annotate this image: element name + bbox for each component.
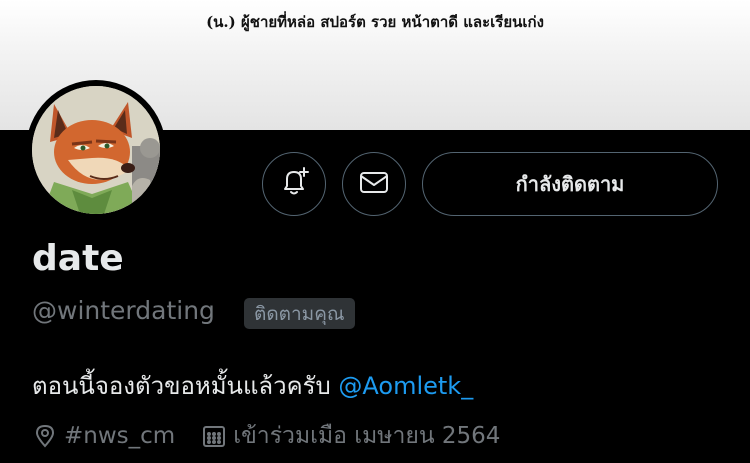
map-pin-icon <box>32 423 58 449</box>
bio-mention-link[interactable]: @Aomletk_ <box>338 372 473 400</box>
notifications-button[interactable] <box>262 152 326 216</box>
joined-item: เข้าร่วมเมือ เมษายน 2564 <box>201 418 500 454</box>
display-name: date <box>32 238 124 279</box>
user-handle: @winterdating <box>32 296 215 325</box>
follows-you-badge: ติดตามคุณ <box>244 298 355 329</box>
message-button[interactable] <box>342 152 406 216</box>
profile-bio: ตอนนี้จองตัวขอหมั้นแล้วครับ @Aomletk_ <box>32 366 473 405</box>
envelope-icon <box>358 166 390 202</box>
following-button[interactable]: กำลังติดตาม <box>422 152 718 216</box>
banner-text: (น.) ผู้ชายที่หล่อ สปอร์ต รวย หน้าตาดี แ… <box>206 13 544 31</box>
location-text[interactable]: #nws_cm <box>64 423 175 449</box>
avatar-image <box>32 86 160 214</box>
bell-plus-icon <box>277 165 311 203</box>
calendar-icon <box>201 423 227 449</box>
avatar[interactable] <box>26 80 166 220</box>
location-item: #nws_cm <box>32 423 175 449</box>
joined-date: เข้าร่วมเมือ เมษายน 2564 <box>233 423 501 449</box>
bio-text: ตอนนี้จองตัวขอหมั้นแล้วครับ <box>32 372 339 400</box>
profile-meta: #nws_cm เข้าร่วมเมือ เมษายน 2564 <box>32 418 500 454</box>
